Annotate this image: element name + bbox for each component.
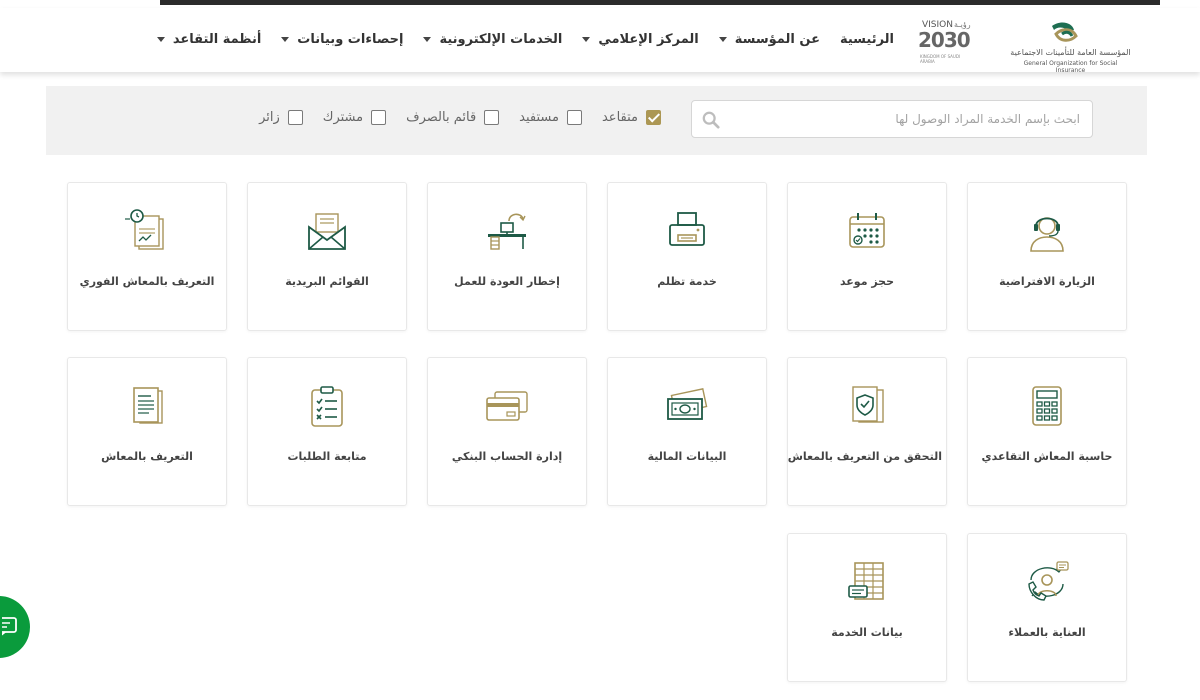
vision-year: 2030 [918, 28, 971, 52]
nav-media-center[interactable]: المركز الإعلامي [582, 32, 699, 47]
nav-e-services[interactable]: الخدمات الإلكترونية [423, 32, 562, 47]
checkbox-beneficiary[interactable]: مستفيد [519, 110, 582, 125]
checkbox-payer-label: قائم بالصرف [406, 110, 477, 125]
checkbox-subscriber-box[interactable] [371, 110, 387, 125]
search-input[interactable] [728, 101, 1080, 137]
service-card-service-data[interactable]: بيانات الخدمة [787, 533, 947, 682]
service-card-complaint[interactable]: خدمة تظلم [607, 182, 767, 331]
chevron-down-icon [423, 37, 432, 42]
service-title: بيانات الخدمة [831, 626, 903, 639]
user-type-checkboxes: متقاعد مستفيد قائم بالصرف مشترك زائر [239, 110, 661, 125]
checkbox-visitor-label: زائر [259, 110, 280, 125]
calculator-icon [1032, 386, 1062, 426]
checkbox-payer[interactable]: قائم بالصرف [406, 110, 500, 125]
browser-top-strip [160, 0, 1160, 5]
service-title: التعريف بالمعاش الفوري [79, 275, 215, 288]
service-filter-bar: متقاعد مستفيد قائم بالصرف مشترك زائر [46, 86, 1147, 155]
calendar-icon [849, 213, 885, 248]
service-card-mailing-lists[interactable]: القوائم البريدية [247, 182, 407, 331]
service-title: البيانات المالية [647, 450, 727, 463]
vision-subtitle: KINGDOM OF SAUDI ARABIA [920, 54, 961, 64]
money-bills-icon [667, 388, 708, 420]
document-clock-icon [125, 209, 164, 250]
service-card-customer-care[interactable]: العناية بالعملاء [967, 533, 1127, 682]
main-nav: الرئيسية عن المؤسسة المركز الإعلامي الخد… [137, 32, 894, 47]
documents-icon [133, 387, 163, 424]
mail-envelope-icon [308, 213, 346, 250]
site-header: المؤسسة العامة للتأمينات الاجتماعية Gene… [0, 8, 1200, 74]
checkbox-visitor-box[interactable] [287, 110, 303, 125]
service-card-track-requests[interactable]: متابعة الطلبات [247, 357, 407, 506]
service-title: التعريف بالمعاش [101, 450, 193, 463]
desk-return-icon [488, 213, 526, 250]
service-title: حجز موعد [839, 275, 895, 288]
service-card-pension-calculator[interactable]: حاسبة المعاش التقاعدي [967, 357, 1127, 506]
checkbox-retiree[interactable]: متقاعد [602, 110, 661, 125]
clipboard-checklist-icon [311, 386, 343, 427]
vision-2030-logo: VISION رؤيـة 2030 KINGDOM OF SAUDI ARABI… [918, 20, 976, 68]
checkbox-payer-box[interactable] [484, 110, 500, 125]
chevron-down-icon [156, 37, 165, 42]
gosi-arabic-name: المؤسسة العامة للتأمينات الاجتماعية [1010, 48, 1131, 57]
nav-statistics[interactable]: إحصاءات وبيانات [281, 32, 403, 47]
nav-eservices-label: الخدمات الإلكترونية [439, 32, 563, 47]
checkbox-retiree-label: متقاعد [601, 110, 638, 125]
nav-about-label: عن المؤسسة [734, 32, 820, 47]
service-title: القوائم البريدية [285, 275, 369, 288]
nav-media-label: المركز الإعلامي [598, 32, 699, 47]
data-sheet-icon [848, 562, 884, 600]
checkbox-visitor[interactable]: زائر [259, 110, 303, 125]
headset-agent-icon [1030, 217, 1064, 252]
nav-home-label: الرئيسية [839, 32, 894, 47]
nav-retirement-systems[interactable]: أنظمة التقاعد [156, 32, 262, 47]
printer-icon [669, 212, 705, 246]
service-card-verify-pension-cert[interactable]: التحقق من التعريف بالمعاش [787, 357, 947, 506]
service-title: خدمة تظلم [657, 275, 717, 288]
chevron-down-icon [281, 37, 290, 42]
checkbox-retiree-box[interactable] [646, 110, 661, 125]
checkbox-beneficiary-box[interactable] [566, 110, 582, 125]
service-card-return-to-work[interactable]: إخطار العودة للعمل [427, 182, 587, 331]
service-card-book-appointment[interactable]: حجز موعد [787, 182, 947, 331]
service-card-bank-account[interactable]: إدارة الحساب البنكي [427, 357, 587, 506]
gosi-logo[interactable]: المؤسسة العامة للتأمينات الاجتماعية Gene… [1008, 18, 1133, 74]
service-title: إخطار العودة للعمل [454, 275, 560, 288]
service-card-financial-data[interactable]: البيانات المالية [607, 357, 767, 506]
service-title: إدارة الحساب البنكي [451, 450, 563, 463]
nav-statistics-label: إحصاءات وبيانات [297, 32, 404, 47]
checkbox-subscriber[interactable]: مشترك [322, 110, 387, 125]
checkbox-subscriber-label: مشترك [322, 110, 364, 125]
service-title: العناية بالعملاء [1008, 626, 1086, 639]
gosi-english-name: General Organization for Social Insuranc… [1023, 60, 1118, 74]
chat-bubble-icon [2, 617, 17, 636]
service-card-pension-cert[interactable]: التعريف بالمعاش [67, 357, 227, 506]
service-card-instant-pension-cert[interactable]: التعريف بالمعاش الفوري [67, 182, 227, 331]
chevron-down-icon [718, 37, 727, 42]
service-title: حاسبة المعاش التقاعدي [981, 450, 1113, 463]
nav-about[interactable]: عن المؤسسة [718, 32, 820, 47]
nav-home[interactable]: الرئيسية [840, 32, 894, 47]
checkbox-beneficiary-label: مستفيد [519, 110, 559, 125]
service-card-virtual-visit[interactable]: الزيارة الافتراضية [967, 182, 1127, 331]
gosi-emblem-icon [1052, 22, 1078, 42]
search-box [691, 100, 1093, 138]
service-title: متابعة الطلبات [287, 450, 367, 463]
nav-retirement-label: أنظمة التقاعد [172, 32, 262, 47]
document-shield-icon [852, 386, 884, 423]
bank-cards-icon [486, 391, 528, 421]
chevron-down-icon [582, 37, 591, 42]
search-icon[interactable] [702, 111, 720, 129]
customer-care-icon [1028, 561, 1069, 601]
service-title: الزيارة الافتراضية [999, 275, 1095, 288]
service-title: التحقق من التعريف بالمعاش [787, 450, 942, 463]
chat-button[interactable] [0, 596, 30, 658]
